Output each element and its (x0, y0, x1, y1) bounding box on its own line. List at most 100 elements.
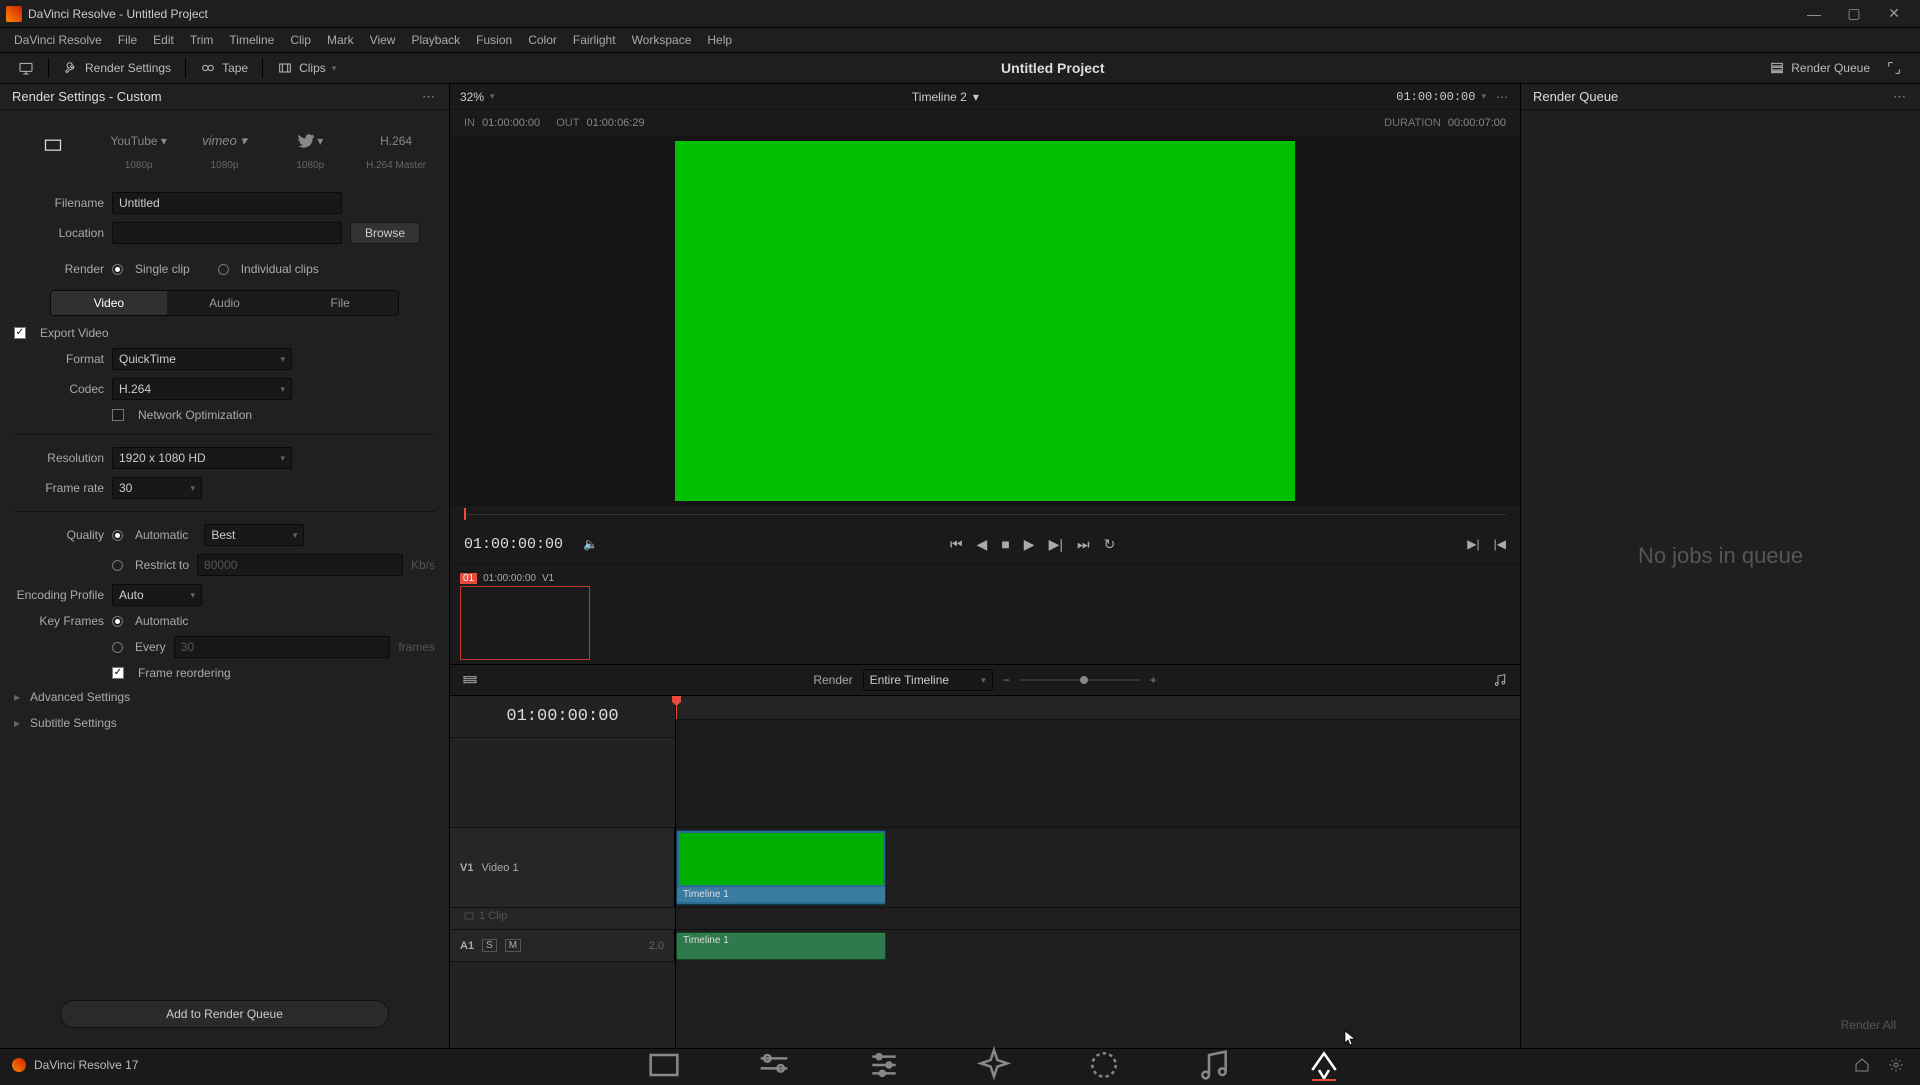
timeline-timecode[interactable]: 01:00:00:00 (450, 696, 675, 738)
preset-4[interactable]: H.264H.264 Master (353, 122, 439, 177)
quality-auto-radio[interactable] (112, 530, 123, 541)
menu-file[interactable]: File (110, 33, 145, 47)
preset-3[interactable]: ▾1080p (267, 122, 353, 177)
location-input[interactable] (112, 222, 342, 244)
menu-davinci-resolve[interactable]: DaVinci Resolve (6, 33, 110, 47)
frame-reorder-checkbox[interactable] (112, 667, 124, 679)
menu-mark[interactable]: Mark (319, 33, 362, 47)
resolution-select[interactable]: 1920 x 1080 HD▾ (112, 447, 292, 469)
menu-workspace[interactable]: Workspace (624, 33, 700, 47)
quality-best-select[interactable]: Best▾ (204, 524, 304, 546)
filename-input[interactable] (112, 192, 342, 214)
render-settings-button[interactable]: Render Settings (55, 56, 179, 80)
step-fwd-button[interactable]: ▶| (1049, 536, 1063, 553)
add-to-queue-button[interactable]: Add to Render Queue (60, 1000, 389, 1028)
menu-help[interactable]: Help (699, 33, 740, 47)
solo-button[interactable]: S (482, 939, 497, 952)
render-queue-button[interactable]: Render Queue (1761, 56, 1878, 80)
menu-trim[interactable]: Trim (182, 33, 222, 47)
export-video-checkbox[interactable] (14, 327, 26, 339)
audio-clip[interactable]: Timeline 1 (676, 932, 886, 960)
prev-clip-button[interactable]: |◀ (1494, 537, 1506, 551)
zoom-out-button[interactable]: − (1003, 673, 1010, 687)
transport-timecode[interactable]: 01:00:00:00 (464, 536, 563, 553)
subtitle-settings-expander[interactable]: ▸Subtitle Settings (0, 710, 449, 736)
audio-track-header[interactable]: A1 S M 2.0 (450, 930, 675, 961)
expand-button[interactable] (1878, 56, 1910, 80)
quick-export-button[interactable] (10, 56, 42, 80)
individual-clips-radio[interactable] (218, 264, 229, 275)
menu-color[interactable]: Color (520, 33, 565, 47)
viewer[interactable] (450, 136, 1520, 506)
timeline-playhead[interactable] (676, 696, 677, 719)
preset-1[interactable]: YouTube ▾1080p (96, 122, 182, 177)
tab-file[interactable]: File (282, 291, 398, 315)
zoom-in-button[interactable]: + (1150, 673, 1157, 687)
kf-every-radio[interactable] (112, 642, 123, 653)
tape-button[interactable]: Tape (192, 56, 256, 80)
zoom-select[interactable]: 32%▾ (460, 90, 495, 104)
menu-fusion[interactable]: Fusion (468, 33, 520, 47)
play-button[interactable]: ▶ (1024, 536, 1035, 553)
loop-button[interactable]: ↻ (1104, 536, 1116, 553)
close-button[interactable]: ✕ (1874, 0, 1914, 28)
tab-video[interactable]: Video (51, 291, 167, 315)
menu-clip[interactable]: Clip (282, 33, 319, 47)
viewer-timecode[interactable]: 01:00:00:00 (1396, 90, 1475, 104)
last-frame-button[interactable]: ⏭ (1077, 536, 1090, 553)
chevron-down-icon[interactable]: ▾ (1481, 91, 1486, 102)
menu-timeline[interactable]: Timeline (221, 33, 282, 47)
netopt-checkbox[interactable] (112, 409, 124, 421)
volume-icon[interactable]: 🔈 (583, 537, 598, 551)
thumb-box[interactable] (460, 586, 590, 660)
menu-edit[interactable]: Edit (145, 33, 182, 47)
step-back-button[interactable]: ◀ (977, 536, 988, 553)
advanced-settings-expander[interactable]: ▸Advanced Settings (0, 684, 449, 710)
timeline-ruler[interactable] (676, 696, 1520, 720)
menu-fairlight[interactable]: Fairlight (565, 33, 624, 47)
format-select[interactable]: QuickTime▾ (112, 348, 292, 370)
framerate-select[interactable]: 30▾ (112, 477, 202, 499)
home-button[interactable] (1854, 1057, 1870, 1073)
page-fairlight[interactable] (1194, 1049, 1234, 1081)
scrub-bar[interactable] (464, 506, 1506, 524)
timeline-view-icon[interactable] (462, 672, 478, 688)
chevron-down-icon[interactable]: ▾ (973, 90, 979, 104)
playhead-icon[interactable] (464, 508, 466, 520)
preset-0[interactable] (10, 127, 96, 171)
page-color[interactable] (1084, 1049, 1124, 1081)
first-frame-button[interactable]: ⏮ (950, 536, 963, 553)
maximize-button[interactable]: ▢ (1834, 0, 1874, 28)
clips-button[interactable]: Clips▾ (269, 56, 344, 80)
viewer-menu-button[interactable]: ⋯ (1496, 90, 1510, 104)
panel-menu-button[interactable]: ⋯ (422, 89, 437, 105)
page-deliver[interactable] (1304, 1049, 1344, 1081)
menu-playback[interactable]: Playback (403, 33, 468, 47)
music-icon[interactable] (1492, 672, 1508, 688)
page-edit[interactable] (864, 1049, 904, 1081)
video-track-header[interactable]: V1 Video 1 (450, 828, 675, 907)
codec-select[interactable]: H.264▾ (112, 378, 292, 400)
kf-auto-radio[interactable] (112, 616, 123, 627)
single-clip-radio[interactable] (112, 264, 123, 275)
queue-menu-button[interactable]: ⋯ (1893, 89, 1908, 105)
viewer-timeline-name[interactable]: Timeline 2 (912, 90, 967, 104)
render-all-button[interactable]: Render All (1531, 1012, 1910, 1038)
browse-button[interactable]: Browse (350, 222, 420, 244)
zoom-slider[interactable] (1020, 679, 1140, 681)
video-clip[interactable]: Timeline 1 (676, 830, 886, 905)
page-fusion[interactable] (974, 1049, 1014, 1081)
page-cut[interactable] (754, 1049, 794, 1081)
next-clip-button[interactable]: ▶| (1467, 537, 1479, 551)
minimize-button[interactable]: — (1794, 0, 1834, 28)
encprof-select[interactable]: Auto▾ (112, 584, 202, 606)
menu-view[interactable]: View (362, 33, 404, 47)
preset-2[interactable]: vimeo ▾1080p (182, 122, 268, 177)
settings-button[interactable] (1888, 1057, 1904, 1073)
stop-button[interactable]: ■ (1001, 536, 1009, 552)
tab-audio[interactable]: Audio (167, 291, 283, 315)
render-scope-select[interactable]: Entire Timeline▾ (863, 669, 993, 691)
page-media[interactable] (644, 1049, 684, 1081)
restrict-radio[interactable] (112, 560, 123, 571)
mute-button[interactable]: M (505, 939, 521, 952)
